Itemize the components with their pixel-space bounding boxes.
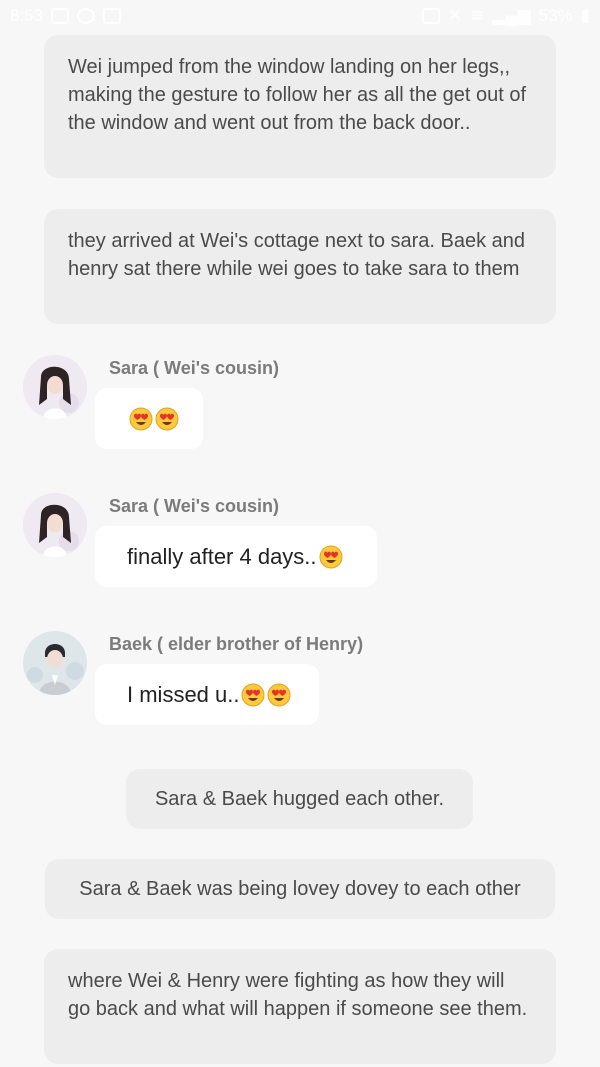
battery-level: 53% xyxy=(538,6,573,25)
sara-avatar-icon xyxy=(23,355,87,419)
narration-card: they arrived at Wei's cottage next to sa… xyxy=(44,209,556,324)
status-time: 8:53 xyxy=(10,6,44,25)
battery-icon: ▮ xyxy=(580,6,590,25)
whatsapp-icon xyxy=(77,8,96,24)
narration-text: Sara & Baek was being lovey dovey to eac… xyxy=(79,878,521,900)
narration-card: Sara & Baek was being lovey dovey to eac… xyxy=(45,859,555,919)
sara-avatar[interactable] xyxy=(23,355,87,419)
status-right: ✕ ≋ ▂▄▆ 53% ▮ xyxy=(421,6,590,26)
sender-name: Baek ( elder brother of Henry) xyxy=(109,634,364,654)
message-bubble[interactable] xyxy=(95,388,203,449)
sender-name: Sara ( Wei's cousin) xyxy=(109,358,279,378)
narration-card: Wei jumped from the window landing on he… xyxy=(44,35,556,178)
status-bar: 8:53 ✕ ≋ ▂▄▆ 53% ▮ xyxy=(0,0,600,34)
wifi-icon: ≋ xyxy=(470,6,485,25)
status-left: 8:53 xyxy=(10,6,122,26)
heart-eyes-emoji-icon xyxy=(129,407,153,430)
message-bubble[interactable]: finally after 4 days.. xyxy=(95,526,377,587)
sender-name: Sara ( Wei's cousin) xyxy=(109,496,279,516)
narration-text: Sara & Baek hugged each other. xyxy=(154,788,445,810)
narration-text: Wei jumped from the window landing on he… xyxy=(68,56,527,134)
message-text: finally after 4 days.. xyxy=(127,543,317,569)
sara-avatar-icon xyxy=(23,493,87,557)
heart-eyes-emoji-icon xyxy=(267,683,291,706)
baek-avatar[interactable] xyxy=(23,631,87,695)
mute-icon: ✕ xyxy=(447,6,463,25)
sara-avatar[interactable] xyxy=(23,493,87,557)
narration-card: where Wei & Henry were fighting as how t… xyxy=(44,949,556,1064)
heart-eyes-emoji-icon xyxy=(155,407,179,430)
message-bubble[interactable]: I missed u.. xyxy=(95,664,319,725)
heart-eyes-emoji-icon xyxy=(319,545,343,568)
gallery-icon xyxy=(51,8,70,24)
baek-avatar-icon xyxy=(23,631,87,695)
narration-text: they arrived at Wei's cottage next to sa… xyxy=(68,230,526,280)
notification-icon xyxy=(103,8,122,24)
signal-icon: ▂▄▆ xyxy=(492,6,531,25)
alarm-icon xyxy=(421,8,440,24)
narration-text: where Wei & Henry were fighting as how t… xyxy=(68,970,528,1020)
heart-eyes-emoji-icon xyxy=(241,683,265,706)
message-text: I missed u.. xyxy=(127,681,240,707)
narration-card: Sara & Baek hugged each other. xyxy=(126,769,473,829)
